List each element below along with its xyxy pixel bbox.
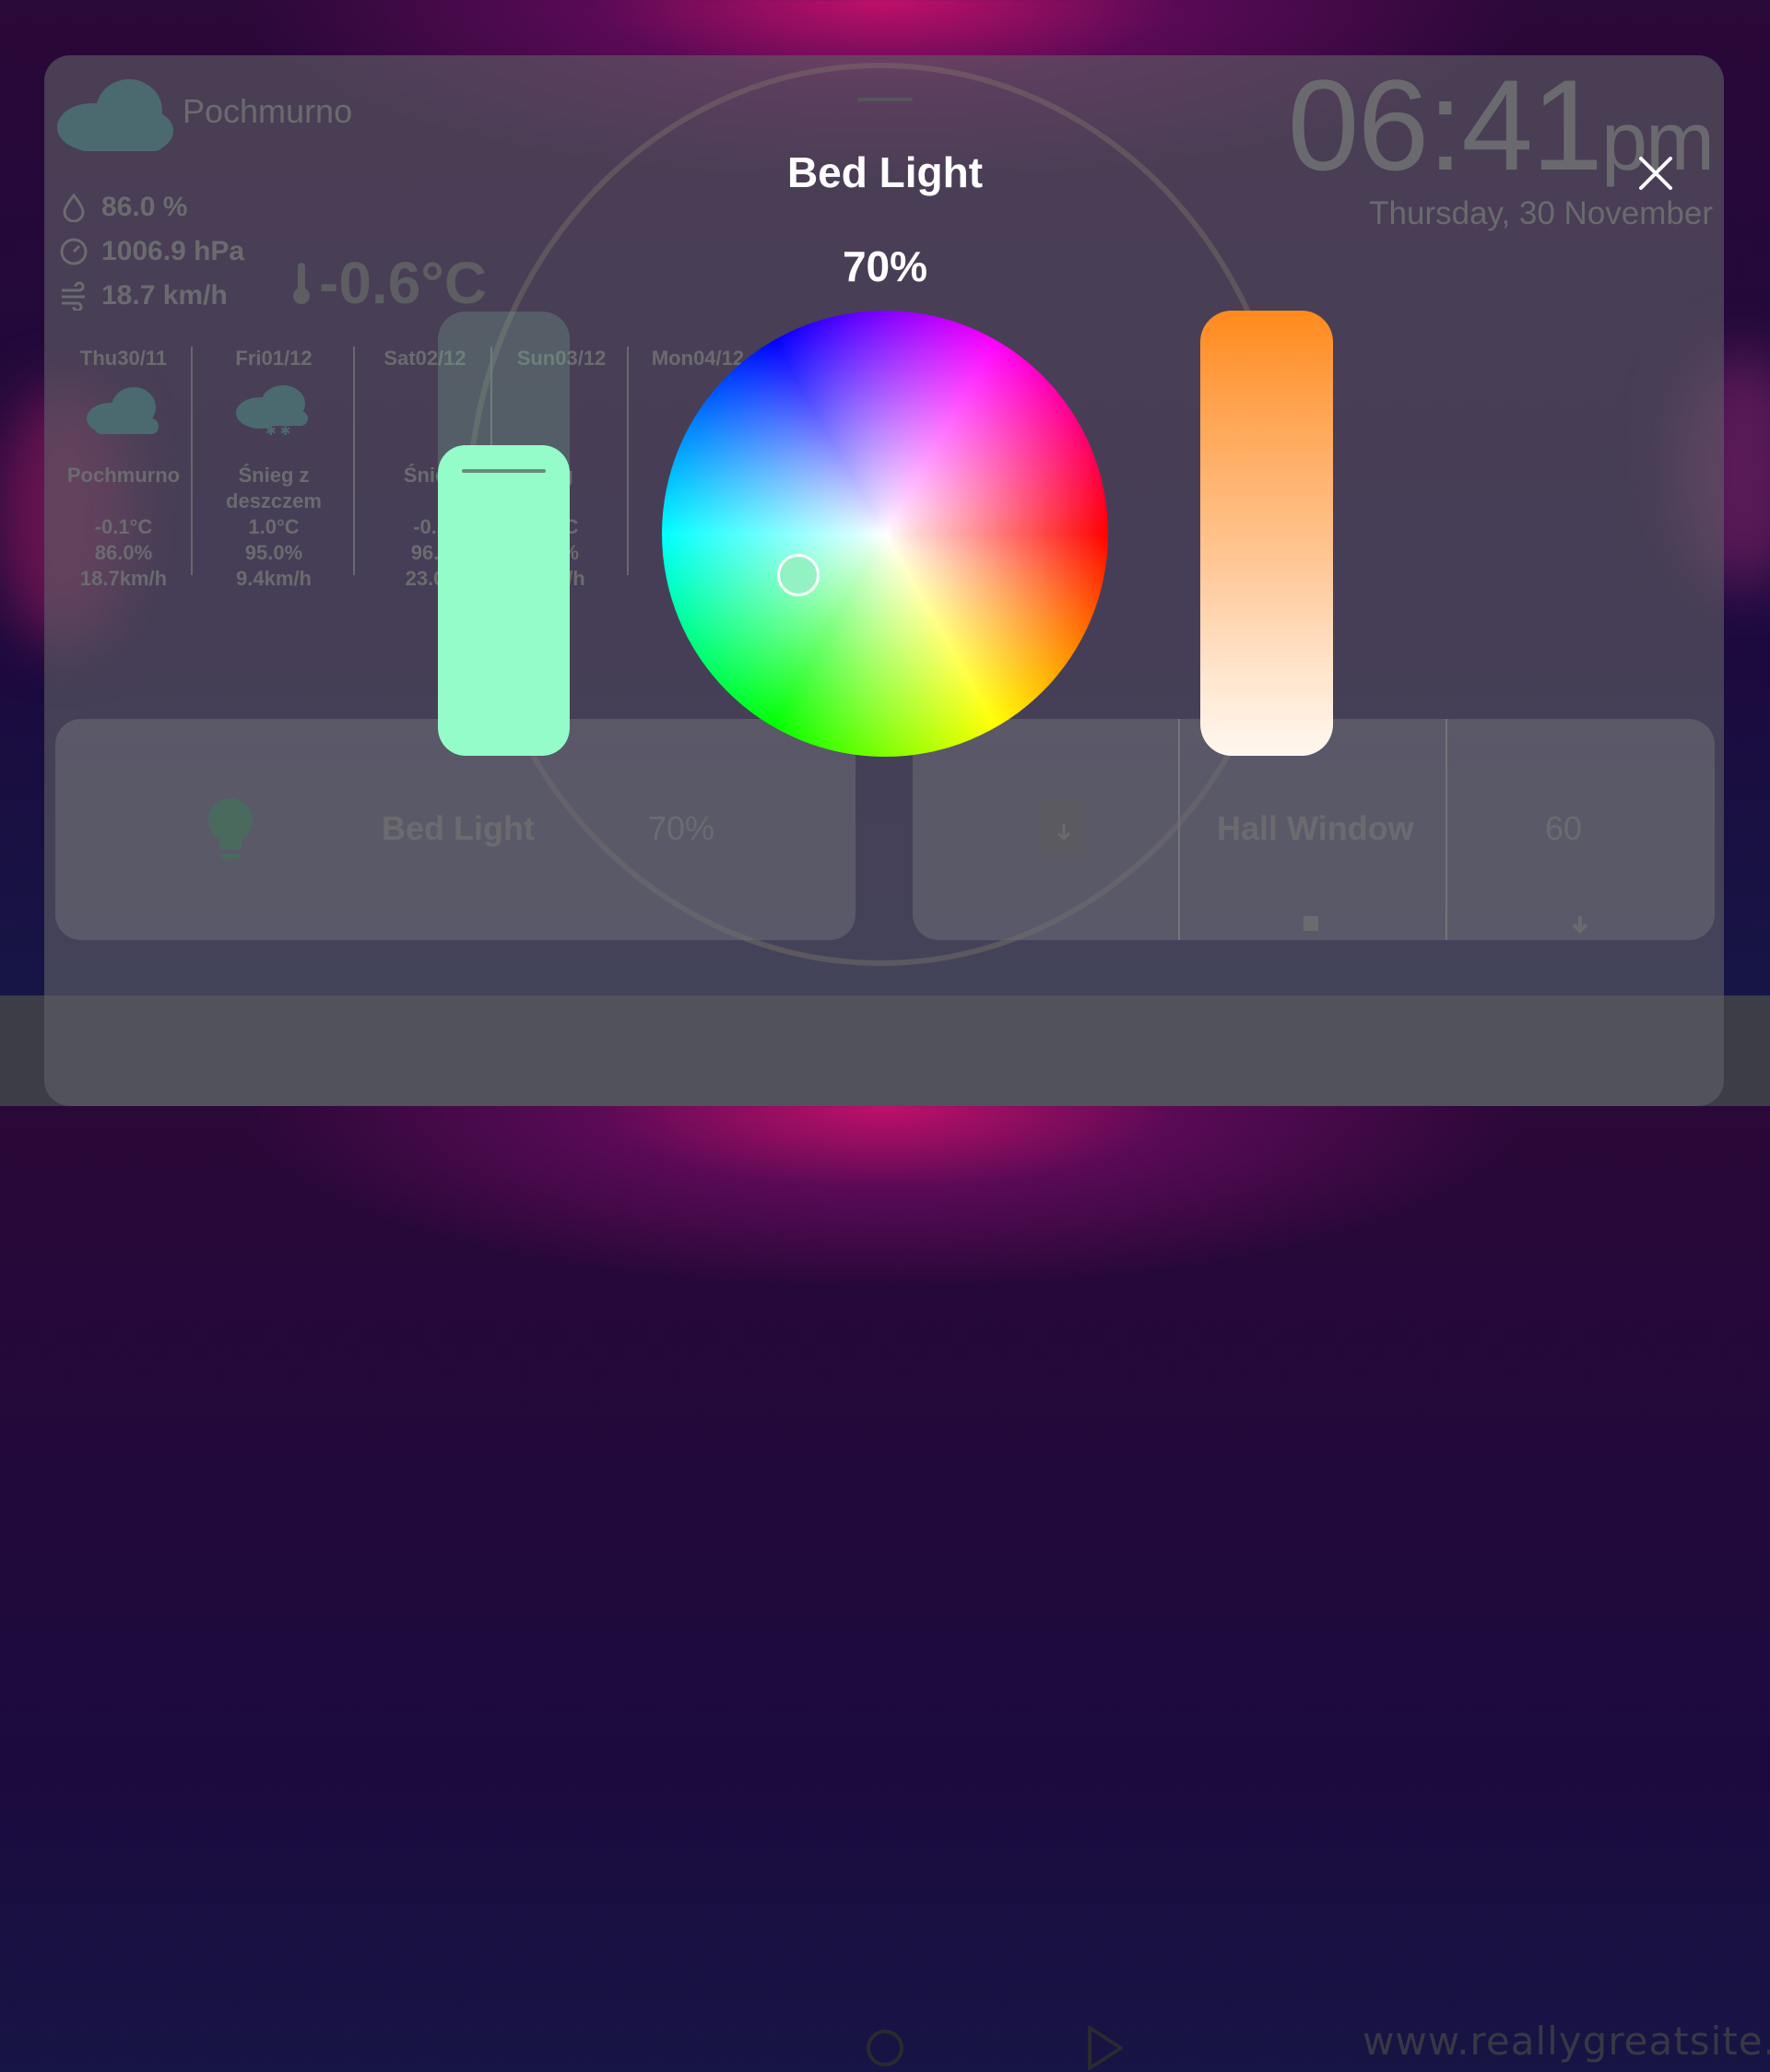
recents-nav-icon[interactable]: [1084, 2024, 1125, 2072]
forecast-day-name: Fri01/12: [235, 347, 313, 370]
stop-icon[interactable]: [1304, 916, 1320, 933]
hall-window-value: 60: [1545, 809, 1583, 847]
arrow-down-icon[interactable]: [1571, 914, 1589, 935]
bed-light-name: Bed Light: [382, 809, 535, 847]
snow-rain-icon: ✱ ✱: [236, 385, 308, 435]
color-picker-handle[interactable]: [777, 554, 820, 596]
forecast-day: Fri01/12 Śnieg z deszczem 1.0°C 95.0% 9.…: [205, 347, 343, 592]
hall-window-name: Hall Window: [1217, 809, 1414, 847]
card-divider: [1178, 719, 1180, 940]
forecast-temp: -0.1°C: [94, 515, 153, 538]
brightness-percent: 70%: [842, 242, 928, 290]
weather-condition: Pochmurno: [183, 92, 353, 130]
forecast-condition-2: deszczem: [226, 489, 322, 512]
forecast-humidity: 95.0%: [244, 541, 303, 564]
forecast-day: Thu30/11 Pochmurno -0.1°C 86.0% 18.7km/h: [54, 347, 193, 592]
home-nav-icon[interactable]: [865, 2028, 905, 2068]
dialog-drag-handle[interactable]: [857, 98, 913, 101]
svg-text:✱ ✱: ✱ ✱: [266, 423, 290, 435]
color-temperature-slider[interactable]: [1200, 311, 1333, 756]
card-divider: [1446, 719, 1447, 940]
bed-light-value: 70%: [648, 809, 715, 847]
color-wheel-saturation: [662, 311, 1108, 757]
brightness-slider[interactable]: [438, 312, 570, 756]
forecast-humidity: 86.0%: [94, 541, 153, 564]
dialog-title: Bed Light: [786, 148, 984, 196]
cloud-icon: [57, 79, 173, 151]
watermark: www.reallygreatsite.co: [1363, 2019, 1770, 2064]
forecast-condition: Śnieg z: [238, 464, 310, 487]
forecast-temp: 1.0°C: [248, 515, 300, 538]
forecast-wind: 18.7km/h: [79, 567, 168, 590]
brightness-slider-handle[interactable]: [462, 469, 546, 473]
brightness-slider-fill: [438, 445, 570, 756]
cloud-icon: [87, 387, 159, 434]
forecast-divider: [191, 347, 193, 575]
clock-date: Thursday, 30 November: [1369, 195, 1713, 231]
lightbulb-icon: [208, 798, 253, 859]
window-blind-icon: [1038, 800, 1090, 859]
forecast-condition: Pochmurno: [66, 464, 181, 487]
color-wheel[interactable]: [662, 311, 1108, 757]
forecast-divider: [353, 347, 355, 575]
forecast-wind: 9.4km/h: [236, 567, 312, 590]
forecast-day-name: Thu30/11: [79, 347, 168, 370]
close-icon[interactable]: [1634, 151, 1678, 195]
